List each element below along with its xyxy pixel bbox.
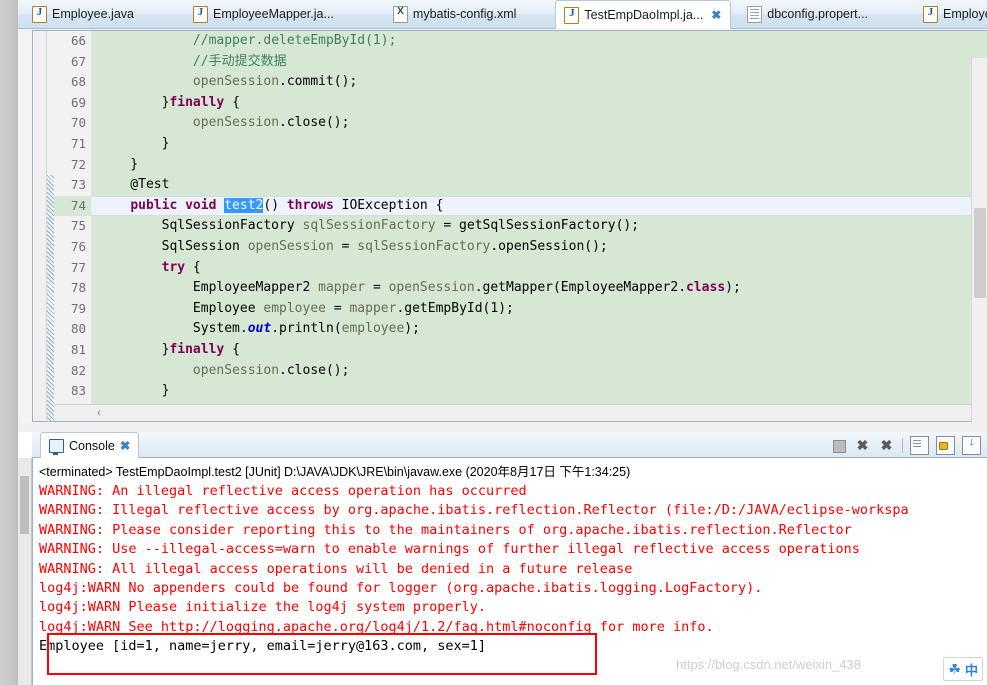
editor-tab-6[interactable]: EmployeeMapper2.j... [915,0,987,29]
java-file-icon [193,6,208,23]
console-error-line: WARNING: Please consider reporting this … [39,521,852,538]
line-number: 68 [70,74,86,90]
console-terminated-header: <terminated> TestEmpDaoImpl.test2 [JUnit… [39,465,631,479]
code-line[interactable]: } [91,381,987,402]
line-number: 71 [70,135,86,151]
console-output-lines: WARNING: An illegal reflective access op… [33,482,987,657]
console-annotation-strip [18,458,32,685]
pin-console-button[interactable] [962,436,981,455]
console-icon [49,438,64,455]
console-error-line: WARNING: An illegal reflective access op… [39,483,527,499]
editor-tab-label: EmployeeMapper2.j... [943,7,987,21]
code-line[interactable]: Employee employee = mapper.getEmpById(1)… [91,299,987,320]
code-line[interactable]: @Test [91,175,987,196]
editor-tab-bar: Employee.java EmployeeMapper.ja... mybatis… [18,0,987,29]
line-number: 69 [70,94,86,110]
line-number: 66 [70,33,86,48]
editor-frame: 66676869707172737475767778798081828384 /… [32,30,987,422]
code-line[interactable]: SqlSessionFactory sqlSessionFactory = ge… [91,216,987,237]
code-line[interactable]: EmployeeMapper2 mapper = openSession.get… [91,278,987,299]
code-line[interactable]: //mapper.deleteEmpById(1); [91,31,987,52]
code-line[interactable]: openSession.close(); [91,113,987,134]
ime-mode-label[interactable]: 中 [965,660,978,679]
watermark-text: https://blog.csdn.net/weixin_438 [676,657,862,672]
scroll-lock-button[interactable] [936,436,955,455]
java-file-icon [923,6,939,23]
console-error-line: WARNING: Illegal reflective access by or… [39,502,909,519]
remove-all-terminated-button[interactable]: ✖ [878,437,895,454]
console-tab-label: Console [69,438,115,453]
editor-tab-2[interactable]: EmployeeMapper.ja... [185,0,343,29]
editor-console-splitter[interactable] [18,423,987,432]
code-line[interactable]: try { [91,258,987,279]
editor-change-bar [47,175,54,421]
editor-code-area[interactable]: //mapper.deleteEmpById(1); //手动提交数据 open… [91,31,987,421]
java-file-icon [564,6,580,24]
console-error-line: log4j:WARN See http://logging.apache.org… [39,618,714,635]
editor-annotation-ruler[interactable] [33,31,47,421]
xml-file-icon [392,6,408,23]
scroll-left-arrow-icon[interactable]: ‹ [92,406,106,420]
editor-vertical-scrollbar[interactable] [971,58,987,452]
console-annotation-mark [20,476,29,534]
java-file-icon [32,6,47,23]
tab-console[interactable]: Console ✖ [40,432,140,458]
editor-tab-label: TestEmpDaoImpl.ja... [584,7,704,22]
editor-tab-label: Employee.java [52,7,134,21]
console-output-line: Employee [id=1, name=jerry, email=jerry@… [39,638,487,655]
console-output-area[interactable]: <terminated> TestEmpDaoImpl.test2 [JUnit… [32,458,987,685]
code-line[interactable]: }finally { [91,93,987,114]
console-error-line: WARNING: All illegal access operations w… [39,560,633,577]
workbench-left-rail [0,0,19,685]
editor-horizontal-scrollbar[interactable]: ‹ [47,404,987,421]
editor-tab-5[interactable]: dbconfig.propert... [739,0,877,29]
terminate-button[interactable] [830,437,847,454]
paw-icon: ☘ [948,661,961,677]
editor-tab-4[interactable]: TestEmpDaoImpl.ja... ✖ [555,0,732,29]
code-line[interactable]: openSession.commit(); [91,72,987,93]
editor-tab-label: dbconfig.propert... [767,7,869,21]
editor-tab-3[interactable]: mybatis-config.xml [385,0,526,29]
editor-scrollbar-thumb[interactable] [974,208,986,298]
properties-file-icon [747,6,763,23]
code-line[interactable]: }finally { [91,340,987,361]
code-line[interactable]: System.out.println(employee); [91,319,987,340]
toolbar-separator [902,438,903,453]
close-icon[interactable]: ✖ [120,438,130,453]
line-number: 70 [70,115,86,131]
editor-tab-label: mybatis-config.xml [412,7,517,21]
close-icon[interactable]: ✖ [711,8,721,22]
console-error-line: log4j:WARN Please initialize the log4j s… [39,599,487,616]
line-number: 72 [70,156,86,172]
clear-console-button[interactable] [910,436,929,455]
code-line[interactable]: } [91,155,987,176]
code-line[interactable]: openSession.close(); [91,361,987,382]
remove-launch-button[interactable]: ✖ [854,437,871,454]
console-view: Console ✖ ✖ ✖ <terminated> TestEmpDaoImp… [18,432,987,685]
line-number: 67 [70,53,86,69]
console-toolbar: ✖ ✖ [830,436,981,455]
editor-area: 66676869707172737475767778798081828384 /… [18,29,987,452]
editor-tab-1[interactable]: Employee.java [24,0,143,29]
code-line[interactable]: public void test2() throws IOException { [91,195,987,217]
editor-tab-label: EmployeeMapper.ja... [213,7,334,21]
console-tab-row: Console ✖ ✖ ✖ [32,432,987,458]
console-error-line: WARNING: Use --illegal-access=warn to en… [39,541,860,558]
ime-indicator[interactable]: ☘ 中 [943,657,983,681]
console-error-line: log4j:WARN No appenders could be found f… [39,580,763,597]
code-line[interactable]: SqlSession openSession = sqlSessionFacto… [91,237,987,258]
code-line[interactable]: //手动提交数据 [91,52,987,73]
editor-tabs: Employee.java EmployeeMapper.ja... mybatis… [18,0,987,29]
code-line[interactable]: } [91,134,987,155]
